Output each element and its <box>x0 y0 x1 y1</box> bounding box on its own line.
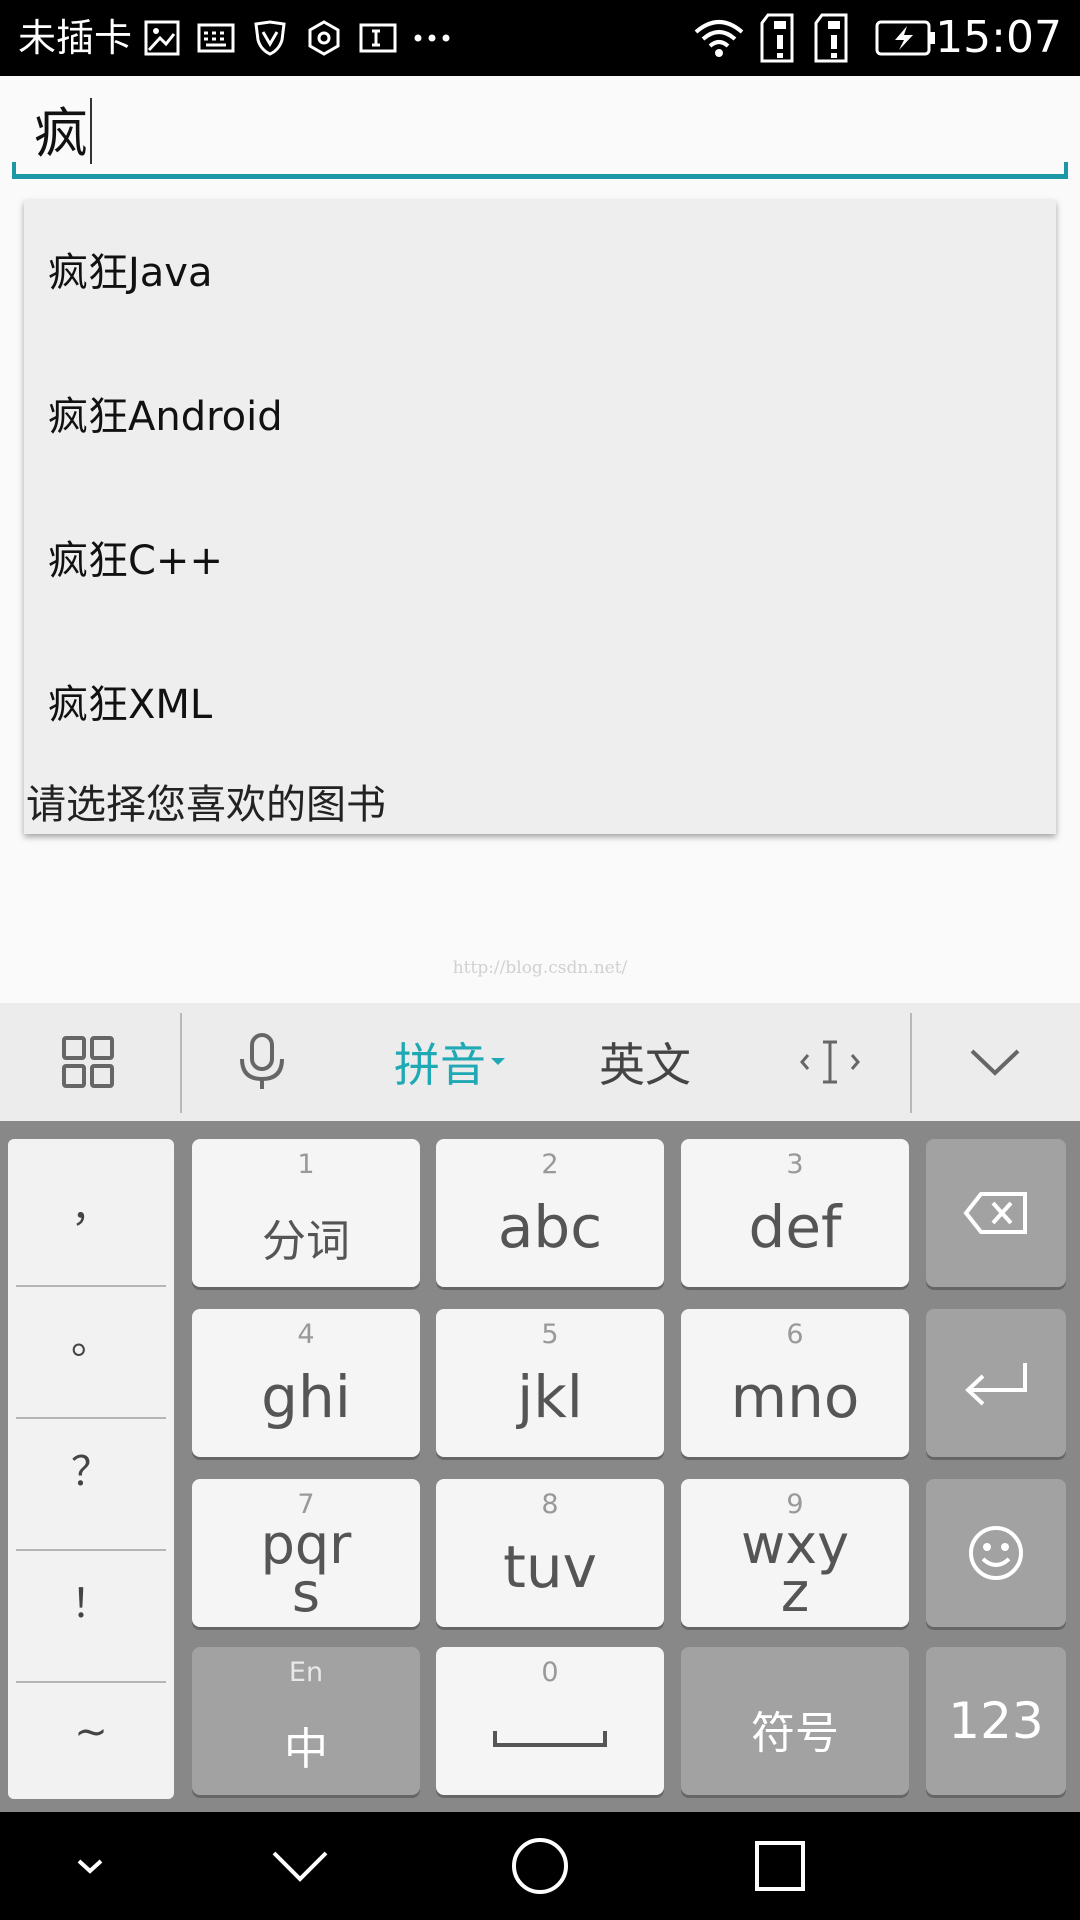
enter-key[interactable] <box>926 1309 1066 1457</box>
more-icon <box>412 18 452 58</box>
hide-keyboard-icon[interactable] <box>930 1003 1060 1121</box>
punct-key[interactable]: ！ <box>8 1535 174 1665</box>
key-label: 123 <box>948 1692 1044 1750</box>
key-8[interactable]: 8 tuv <box>436 1479 664 1627</box>
enter-icon <box>965 1363 1027 1406</box>
key-sublabel: En <box>288 1657 324 1688</box>
space-key[interactable]: 0 <box>436 1647 664 1795</box>
keyboard: ， 。 ？ ！ ~ 1 分词 2 abc 3 def 4 ghi 5 jkl 6… <box>0 1121 1080 1812</box>
key-1[interactable]: 1 分词 <box>192 1139 420 1287</box>
key-3[interactable]: 3 def <box>681 1139 909 1287</box>
punct-key[interactable]: ~ <box>8 1667 174 1797</box>
input-underline <box>12 162 1068 179</box>
battery-charging-icon <box>874 18 938 58</box>
autocomplete-input[interactable]: 疯 <box>34 104 88 164</box>
punct-key[interactable]: 。 <box>8 1271 174 1401</box>
dropdown-item[interactable]: 疯狂Android <box>48 392 283 442</box>
small-chevron-down-icon[interactable] <box>50 1812 130 1920</box>
toolbar-divider <box>180 1013 182 1113</box>
punct-key[interactable]: ， <box>8 1139 174 1269</box>
tab-pinyin[interactable]: 拼音 <box>380 1003 520 1121</box>
symbol-key[interactable]: 符号 <box>681 1647 909 1795</box>
autocomplete-input-area[interactable]: 疯 <box>0 76 1080 186</box>
tab-english[interactable]: 英文 <box>580 1003 710 1121</box>
key-number: 0 <box>541 1657 559 1688</box>
text-cursor-icon <box>358 18 398 58</box>
language-switch-key[interactable]: En 中 <box>192 1647 420 1795</box>
number-key[interactable]: 123 <box>926 1647 1066 1795</box>
cursor-move-icon[interactable] <box>770 1003 890 1121</box>
sim2-icon <box>812 13 856 63</box>
hexagon-icon <box>304 18 344 58</box>
keyboard-icon <box>196 18 236 58</box>
status-bar: 未插卡 15:07 <box>0 0 1080 76</box>
key-label: def <box>748 1193 842 1261</box>
key-2[interactable]: 2 abc <box>436 1139 664 1287</box>
space-icon <box>493 1731 607 1747</box>
shield-icon <box>250 18 290 58</box>
carrier-label: 未插卡 <box>18 16 133 60</box>
key-number: 8 <box>541 1489 559 1520</box>
smiley-icon <box>969 1526 1023 1580</box>
autocomplete-dropdown: 疯狂Java 疯狂Android 疯狂C++ 疯狂XML 请选择您喜欢的图书 <box>24 200 1056 834</box>
key-label: mno <box>730 1363 860 1431</box>
home-circle-icon[interactable] <box>490 1812 590 1920</box>
key-number: 5 <box>541 1319 559 1350</box>
dropdown-item[interactable]: 疯狂C++ <box>48 536 223 586</box>
text-caret <box>90 98 92 164</box>
punctuation-column[interactable]: ， 。 ？ ！ ~ <box>8 1139 174 1799</box>
dropdown-item[interactable]: 疯狂XML <box>48 680 212 730</box>
key-number: 1 <box>297 1149 315 1180</box>
dropdown-hint: 请选择您喜欢的图书 <box>26 782 386 828</box>
key-4[interactable]: 4 ghi <box>192 1309 420 1457</box>
key-label: wxy z <box>681 1518 909 1620</box>
key-label: abc <box>497 1193 603 1261</box>
key-label-line: s <box>291 1561 321 1624</box>
grid-menu-icon[interactable] <box>30 1003 146 1121</box>
wifi-icon <box>692 18 746 58</box>
key-label: tuv <box>503 1533 597 1601</box>
recents-square-icon[interactable] <box>730 1812 830 1920</box>
key-label: ghi <box>261 1363 351 1431</box>
key-9[interactable]: 9 wxy z <box>681 1479 909 1627</box>
key-label-line: z <box>780 1561 810 1624</box>
watermark: http://blog.csdn.net/ <box>452 958 628 978</box>
key-label: jkl <box>517 1363 583 1431</box>
key-number: 6 <box>786 1319 804 1350</box>
image-icon <box>142 18 182 58</box>
backspace-key[interactable] <box>926 1139 1066 1287</box>
punct-key[interactable]: ？ <box>8 1403 174 1533</box>
clock: 15:07 <box>935 12 1062 63</box>
key-6[interactable]: 6 mno <box>681 1309 909 1457</box>
key-label: pqr s <box>192 1518 420 1620</box>
tab-english-label: 英文 <box>599 1038 691 1092</box>
dropdown-item[interactable]: 疯狂Java <box>48 248 213 298</box>
sim1-icon <box>758 13 802 63</box>
key-number: 2 <box>541 1149 559 1180</box>
key-number: 4 <box>297 1319 315 1350</box>
key-number: 3 <box>786 1149 804 1180</box>
back-chevron-icon[interactable] <box>250 1812 350 1920</box>
tab-pinyin-label: 拼音 <box>394 1038 486 1092</box>
key-label: 分词 <box>262 1216 350 1267</box>
emoji-key[interactable] <box>926 1479 1066 1627</box>
key-label: 中 <box>284 1724 328 1775</box>
toolbar-divider <box>910 1013 912 1113</box>
backspace-icon <box>963 1192 1027 1234</box>
key-label: 符号 <box>751 1708 839 1759</box>
microphone-icon[interactable] <box>200 1003 324 1121</box>
keyboard-toolbar: 拼音 英文 <box>0 1003 1080 1121</box>
navigation-bar <box>0 1812 1080 1920</box>
key-5[interactable]: 5 jkl <box>436 1309 664 1457</box>
key-7[interactable]: 7 pqr s <box>192 1479 420 1627</box>
